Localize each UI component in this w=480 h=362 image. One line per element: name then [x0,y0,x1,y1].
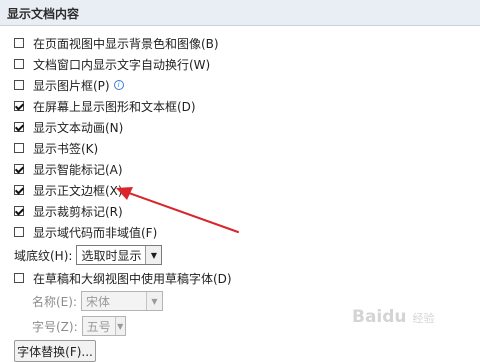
watermark-brand: Baidu [352,307,407,327]
option-label: 文档窗口内显示文字自动换行(W) [33,57,211,72]
checkbox[interactable] [14,206,24,216]
option-text-boundaries[interactable]: 显示正文边框(X) [14,181,123,199]
option-draft-font[interactable]: 在草稿和大纲视图中使用草稿字体(D) [14,269,232,287]
option-label: 显示文本动画(N) [33,120,124,135]
option-background-color[interactable]: 在页面视图中显示背景色和图像(B) [14,34,219,52]
watermark-logo: Baidu 经验 [352,307,434,327]
option-text-animation[interactable]: 显示文本动画(N) [14,118,123,136]
chevron-down-icon[interactable]: ▼ [145,246,162,264]
section-title: 显示文档内容 [7,7,80,21]
field-shading-select[interactable]: 选取时显示 ▼ [76,245,163,265]
option-field-codes[interactable]: 显示域代码而非域值(F) [14,223,157,241]
checkbox[interactable] [14,80,24,90]
option-smart-tags[interactable]: 显示智能标记(A) [14,160,123,178]
checkbox[interactable] [14,273,24,283]
font-name-row: 名称(E): 宋体 ▼ [32,291,163,311]
font-name-value: 宋体 [86,294,111,309]
checkbox[interactable] [14,164,24,174]
option-label: 在草稿和大纲视图中使用草稿字体(D) [33,271,232,286]
checkbox[interactable] [14,143,24,153]
checkbox[interactable] [14,122,24,132]
checkbox[interactable] [14,227,24,237]
option-label: 显示正文边框(X) [33,183,123,198]
font-size-value: 五号 [86,319,111,334]
option-drawings-textboxes[interactable]: 在屏幕上显示图形和文本框(D) [14,97,196,115]
font-substitution-button[interactable]: 字体替换(F)... [14,340,96,362]
font-size-row: 字号(Z): 五号 ▼ [32,316,126,336]
font-size-select[interactable]: 五号 ▼ [81,316,126,336]
info-icon[interactable]: i [113,80,124,90]
checkbox[interactable] [14,101,24,111]
field-shading-label: 域底纹(H): [14,248,73,263]
watermark-sub: 经验 [412,312,435,325]
option-label: 显示智能标记(A) [33,162,123,177]
option-label: 显示裁剪标记(R) [33,204,123,219]
option-crop-marks[interactable]: 显示裁剪标记(R) [14,202,123,220]
option-label: 显示域代码而非域值(F) [33,225,158,240]
option-label: 显示书签(K) [33,141,99,156]
option-label: 在页面视图中显示背景色和图像(B) [33,36,219,51]
option-word-wrap[interactable]: 文档窗口内显示文字自动换行(W) [14,55,210,73]
section-header: 显示文档内容 [0,0,480,26]
chevron-down-icon[interactable]: ▼ [114,317,125,335]
font-size-label: 字号(Z): [32,319,78,334]
checkbox[interactable] [14,185,24,195]
option-bookmarks[interactable]: 显示书签(K) [14,139,98,157]
field-shading-value: 选取时显示 [81,248,142,263]
field-shading-row: 域底纹(H): 选取时显示 ▼ [14,245,163,265]
checkbox[interactable] [14,59,24,69]
font-name-select[interactable]: 宋体 ▼ [81,291,163,311]
option-label: 显示图片框(P) [33,78,110,93]
chevron-down-icon[interactable]: ▼ [146,292,162,310]
font-name-label: 名称(E): [32,294,77,309]
checkbox[interactable] [14,38,24,48]
option-label: 在屏幕上显示图形和文本框(D) [33,99,196,114]
option-picture-placeholders[interactable]: 显示图片框(P) i [14,76,124,94]
font-substitution-label: 字体替换(F)... [17,344,93,359]
